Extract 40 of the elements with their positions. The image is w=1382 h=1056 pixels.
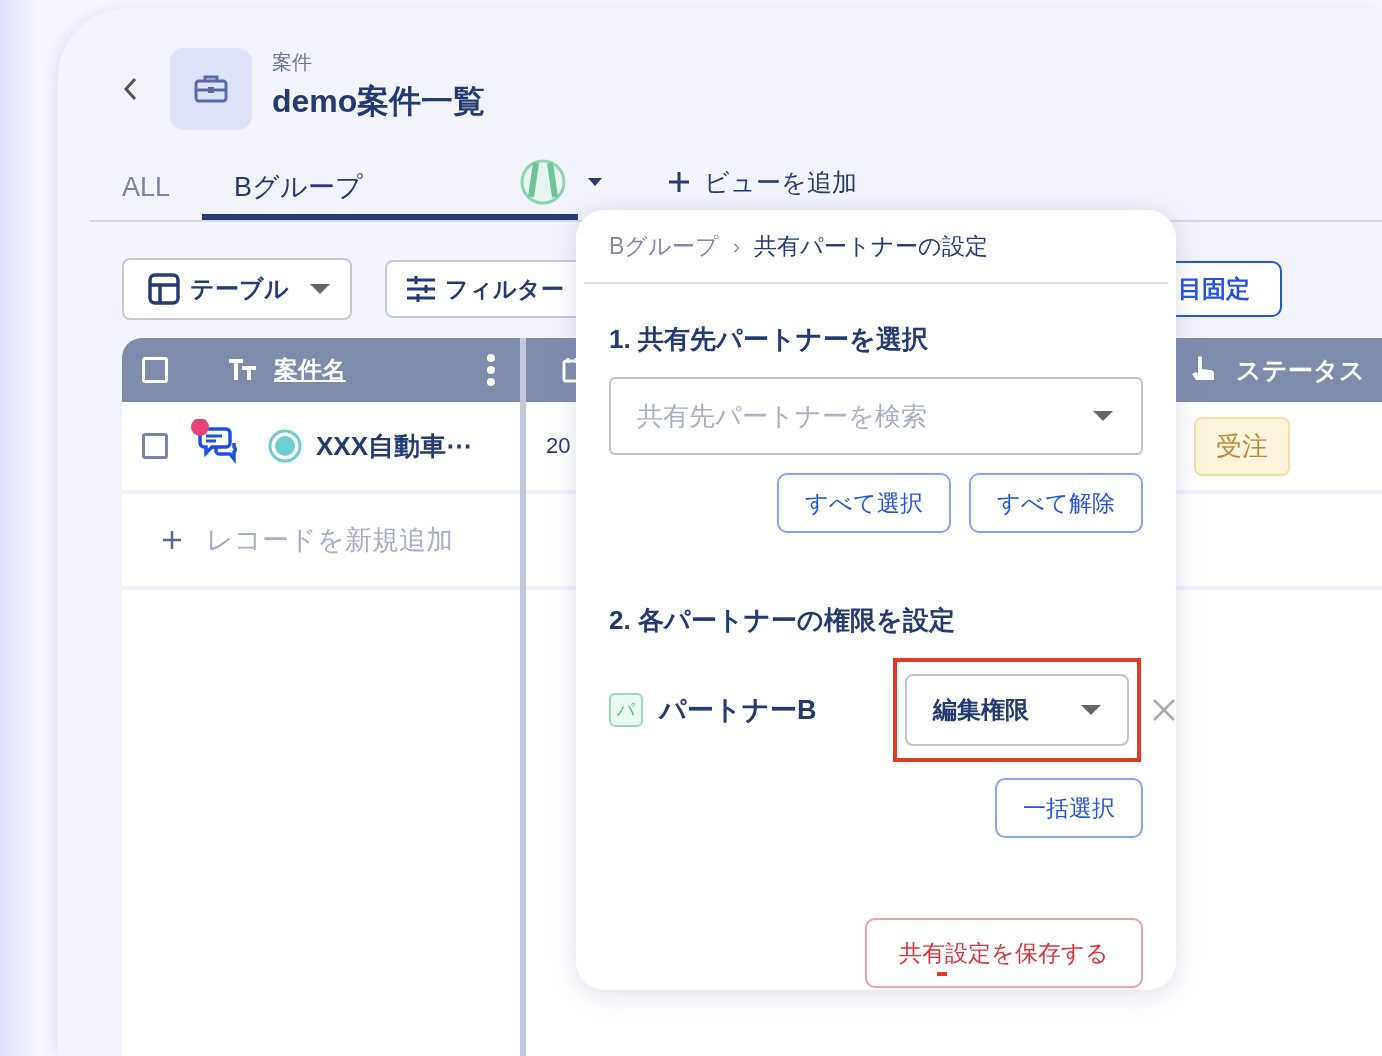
partner-name: パートナーB	[659, 694, 817, 727]
bulk-select-button[interactable]: 一括選択	[995, 778, 1143, 838]
plus-icon	[162, 530, 182, 550]
partner-avatar: パ	[609, 693, 643, 727]
breadcrumb-link[interactable]: Bグループ	[609, 230, 720, 262]
permission-dropdown[interactable]: 編集権限	[905, 674, 1129, 746]
caret-icon[interactable]	[1093, 411, 1113, 421]
briefcase-icon	[170, 48, 252, 130]
record-status-icon	[268, 429, 302, 463]
breadcrumb-category: 案件	[272, 49, 313, 75]
save-share-settings-button[interactable]: 共有設定を保存する	[865, 918, 1143, 988]
deselect-all-button[interactable]: すべて解除	[969, 473, 1143, 533]
table-icon	[148, 273, 180, 305]
text-type-icon	[228, 358, 258, 382]
back-icon[interactable]	[122, 76, 138, 102]
plus-icon	[668, 171, 691, 193]
cursor-mark	[937, 972, 947, 976]
avatar-icon[interactable]	[520, 159, 567, 205]
more-icon[interactable]	[486, 354, 496, 386]
table-cell: 20	[546, 433, 571, 459]
breadcrumb-current: 共有パートナーの設定	[754, 231, 988, 261]
view-tab[interactable]: ALL	[90, 160, 203, 220]
page-title: demo案件一覧	[272, 81, 486, 121]
record-name[interactable]: XXX自動車⋯	[316, 428, 473, 464]
breadcrumb-separator: ›	[733, 234, 740, 258]
table-view-button[interactable]: テーブル	[122, 258, 352, 320]
select-all-button[interactable]: すべて選択	[777, 473, 951, 533]
caret-icon	[1081, 705, 1101, 715]
caret-icon[interactable]	[588, 178, 603, 186]
add-view-button[interactable]: ビューを追加	[662, 164, 864, 200]
checkbox[interactable]	[142, 433, 168, 459]
close-icon[interactable]	[1153, 699, 1175, 721]
partner-search-field[interactable]: 共有先パートナーを検索	[609, 377, 1143, 455]
column-header[interactable]: 案件名	[274, 354, 346, 386]
chat-icon[interactable]	[190, 419, 238, 467]
status-tag: 受注	[1194, 416, 1290, 476]
step-title: 1. 共有先パートナーを選択	[609, 323, 929, 356]
filter-icon	[407, 276, 435, 302]
step-title: 2. 各パートナーの権限を設定	[609, 604, 956, 637]
caret-icon	[310, 284, 330, 294]
